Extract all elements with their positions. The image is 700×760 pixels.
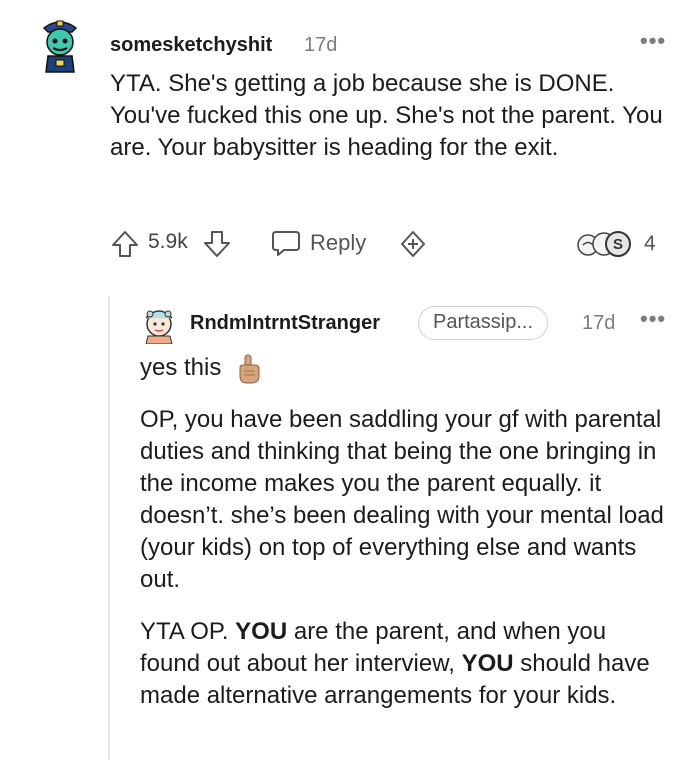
comment-actions: 5.9k Reply S 4 [110, 226, 670, 260]
award-add-icon[interactable] [398, 229, 428, 259]
vote-score: 5.9k [148, 230, 188, 253]
top-comment: somesketchyshit 17d ••• YTA. She's getti… [0, 0, 700, 290]
more-options-icon[interactable]: ••• [640, 306, 666, 332]
reply-comment: RndmIntrntStranger Partassip... 17d ••• … [0, 290, 700, 760]
comment-paragraph: yes this [140, 352, 670, 384]
comment-text: yes this [140, 354, 222, 381]
comment-age: 17d [582, 312, 616, 334]
comment-paragraph: YTA OP. YOU are the parent, and when you… [140, 616, 670, 712]
comment-bold-text: YOU [461, 650, 514, 677]
reply-label: Reply [310, 230, 367, 255]
user-flair: Partassip... [418, 306, 549, 340]
pointing-up-emoji-icon [239, 354, 260, 384]
comment-username[interactable]: RndmIntrntStranger [190, 312, 380, 335]
award-icons: S [577, 231, 631, 257]
reply-icon [272, 231, 300, 256]
svg-text:S: S [613, 236, 623, 253]
comment-bold-text: YOU [235, 618, 288, 645]
user-avatar[interactable] [140, 304, 178, 344]
comment-age: 17d [304, 34, 338, 56]
award-count: 4 [644, 232, 656, 255]
awards[interactable]: S 4 [574, 230, 656, 258]
more-options-icon[interactable]: ••• [640, 28, 666, 54]
comment-paragraph: OP, you have been saddling your gf with … [140, 406, 664, 593]
downvote-icon[interactable] [202, 229, 232, 259]
reply-button[interactable]: Reply [270, 228, 366, 258]
upvote-icon[interactable] [110, 229, 140, 259]
comment-body: YTA. She's getting a job because she is … [110, 70, 663, 161]
comment-text: YTA OP. [140, 618, 236, 645]
user-avatar[interactable] [38, 14, 82, 76]
comment-username[interactable]: somesketchyshit [110, 34, 272, 57]
